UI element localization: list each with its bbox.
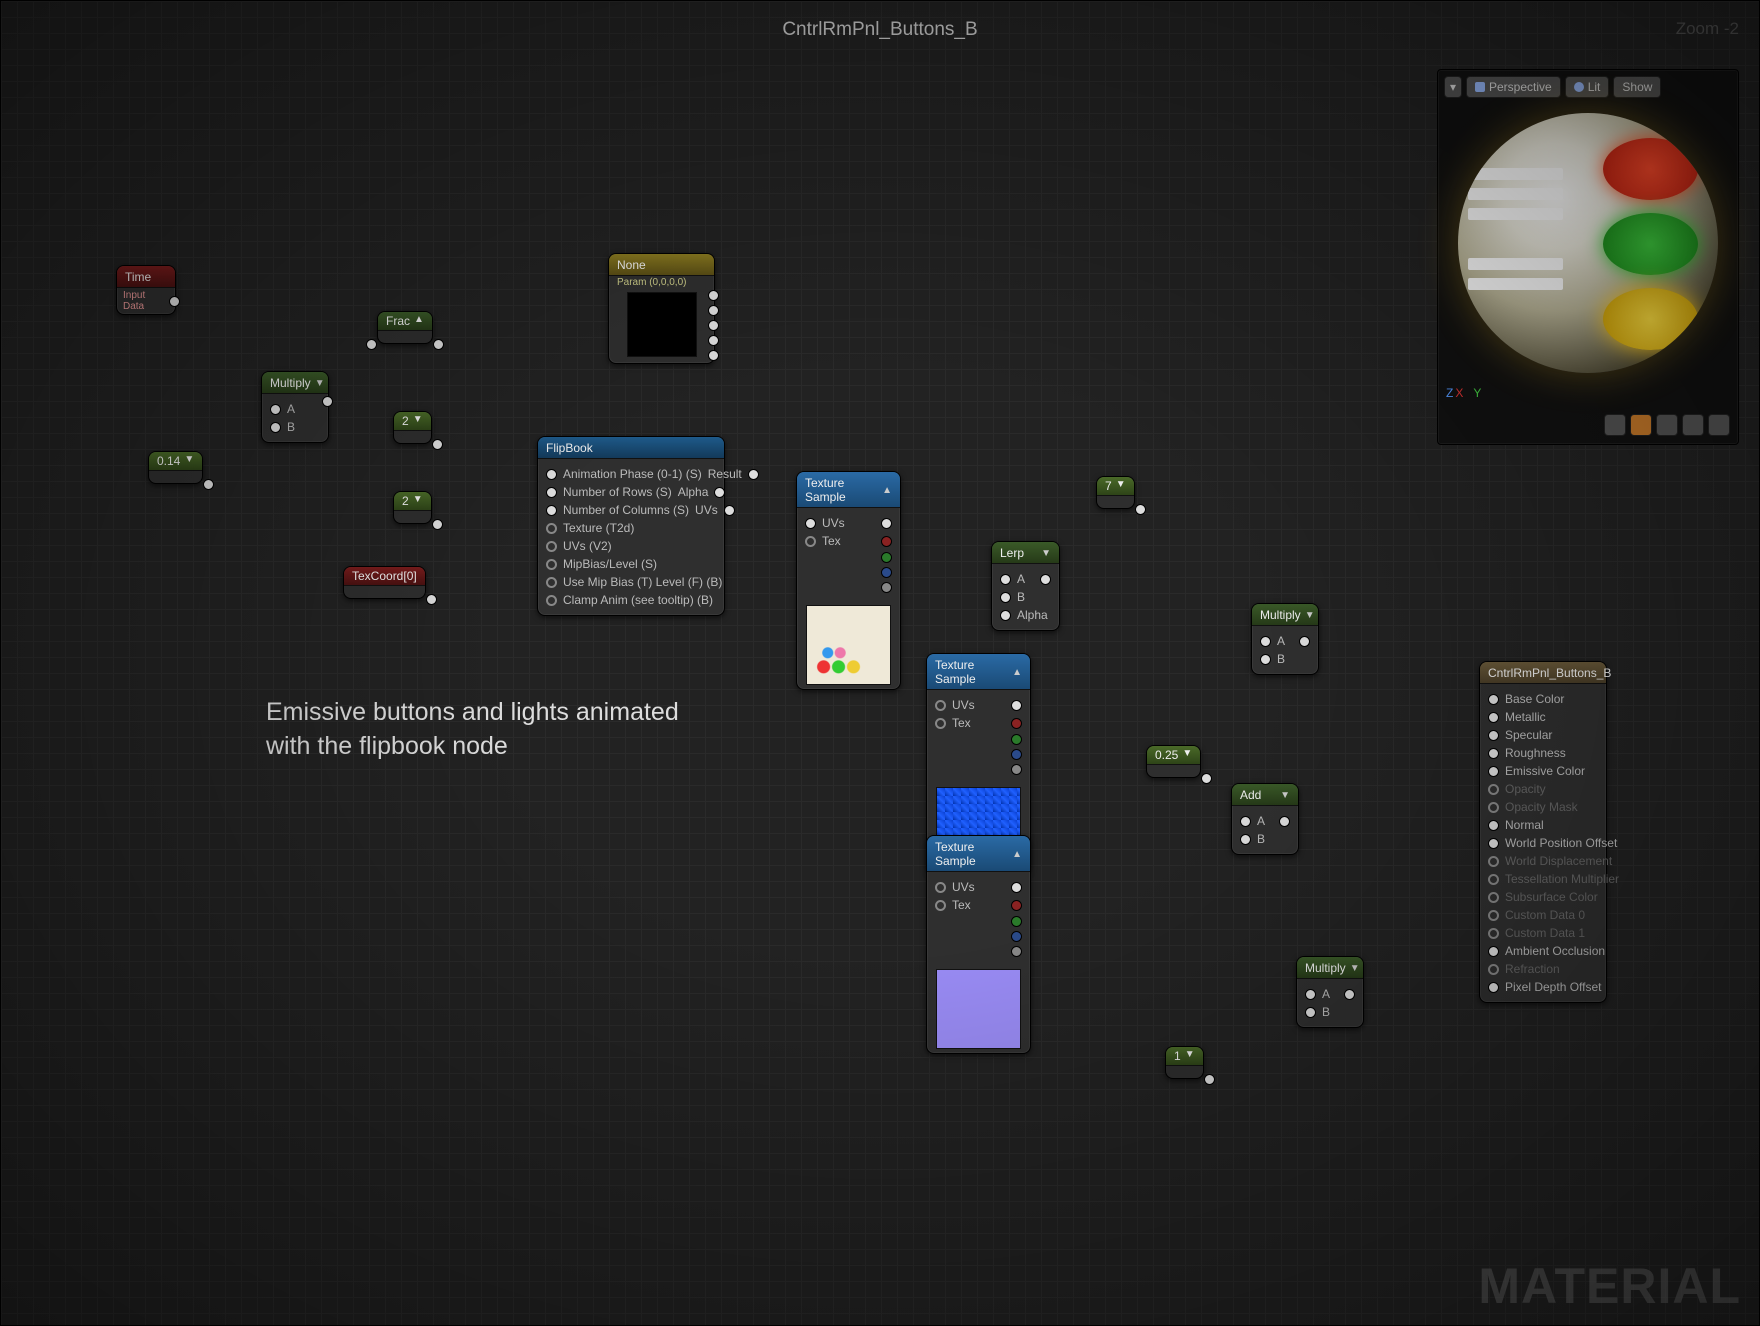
material-pin[interactable]: World Displacement xyxy=(1488,852,1598,870)
camera-icon xyxy=(1475,82,1485,92)
node-multiply-2[interactable]: Multiply▼ A B xyxy=(1251,603,1319,675)
material-pin[interactable]: Roughness xyxy=(1488,744,1598,762)
graph-canvas[interactable]: CntrlRmPnl_Buttons_B Zoom -2 MATERIAL Em… xyxy=(0,0,1760,1326)
const-7[interactable]: 7▼ xyxy=(1096,476,1135,509)
prim-sphere-icon[interactable] xyxy=(1630,414,1652,436)
param-swatch xyxy=(627,292,697,357)
material-pin[interactable]: Base Color xyxy=(1488,690,1598,708)
material-pin[interactable]: Tessellation Multiplier xyxy=(1488,870,1598,888)
material-pin[interactable]: Normal xyxy=(1488,816,1598,834)
const-2a[interactable]: 2▼ xyxy=(393,411,432,444)
axis-gizmo: ZXY xyxy=(1446,386,1481,400)
preview-show-button[interactable]: Show xyxy=(1613,76,1661,98)
const-0.14[interactable]: 0.14▼ xyxy=(148,451,203,484)
node-param-none[interactable]: None Param (0,0,0,0) xyxy=(608,253,715,364)
graph-title: CntrlRmPnl_Buttons_B xyxy=(1,19,1759,41)
material-pin[interactable]: Opacity xyxy=(1488,780,1598,798)
const-2b[interactable]: 2▼ xyxy=(393,491,432,524)
preview-panel: ▾ Perspective Lit Show ZXY xyxy=(1437,69,1739,445)
node-lerp[interactable]: Lerp▼ A B Alpha xyxy=(991,541,1060,631)
zoom-label: Zoom -2 xyxy=(1676,19,1739,39)
node-texcoord[interactable]: TexCoord[0] xyxy=(343,566,426,599)
material-pin[interactable]: Specular xyxy=(1488,726,1598,744)
const-0.25[interactable]: 0.25▼ xyxy=(1146,745,1201,778)
preview-menu-button[interactable]: ▾ xyxy=(1444,76,1462,98)
material-pin[interactable]: Subsurface Color xyxy=(1488,888,1598,906)
preview-perspective-button[interactable]: Perspective xyxy=(1466,76,1561,98)
material-pin[interactable]: World Position Offset xyxy=(1488,834,1598,852)
watermark: MATERIAL xyxy=(1478,1257,1741,1315)
node-texture-sample-3[interactable]: Texture Sample▲ UVs Tex xyxy=(926,835,1031,1054)
node-add[interactable]: Add▼ A B xyxy=(1231,783,1299,855)
material-pin[interactable]: Opacity Mask xyxy=(1488,798,1598,816)
node-multiply-3[interactable]: Multiply▼ A B xyxy=(1296,956,1364,1028)
material-pin[interactable]: Metallic xyxy=(1488,708,1598,726)
material-pin[interactable]: Custom Data 1 xyxy=(1488,924,1598,942)
prim-cube-icon[interactable] xyxy=(1682,414,1704,436)
prim-plane-icon[interactable] xyxy=(1656,414,1678,436)
prim-cylinder-icon[interactable] xyxy=(1604,414,1626,436)
material-pin[interactable]: Custom Data 0 xyxy=(1488,906,1598,924)
light-icon xyxy=(1574,82,1584,92)
preview-lit-button[interactable]: Lit xyxy=(1565,76,1610,98)
annotation-text: Emissive buttons and lights animated wit… xyxy=(266,696,679,764)
tex-thumb-3 xyxy=(936,969,1021,1049)
tex-thumb-1 xyxy=(806,605,891,685)
const-1[interactable]: 1▼ xyxy=(1165,1046,1204,1079)
node-multiply-1[interactable]: Multiply▼ A B xyxy=(261,371,329,443)
material-pin[interactable]: Ambient Occlusion xyxy=(1488,942,1598,960)
node-flipbook[interactable]: FlipBook Animation Phase (0-1) (S)Result… xyxy=(537,436,725,616)
node-time[interactable]: Time Input Data xyxy=(116,265,176,315)
node-material-output[interactable]: CntrlRmPnl_Buttons_B Base ColorMetallicS… xyxy=(1479,661,1607,1003)
material-pin[interactable]: Refraction xyxy=(1488,960,1598,978)
prim-mesh-icon[interactable] xyxy=(1708,414,1730,436)
preview-sphere[interactable] xyxy=(1458,113,1718,373)
material-pin[interactable]: Emissive Color xyxy=(1488,762,1598,780)
material-pin[interactable]: Pixel Depth Offset xyxy=(1488,978,1598,996)
node-frac[interactable]: Frac▲ xyxy=(377,311,433,344)
chevron-down-icon[interactable]: ▼ xyxy=(315,378,325,389)
node-texture-sample-1[interactable]: Texture Sample▲ UVs Tex xyxy=(796,471,901,690)
